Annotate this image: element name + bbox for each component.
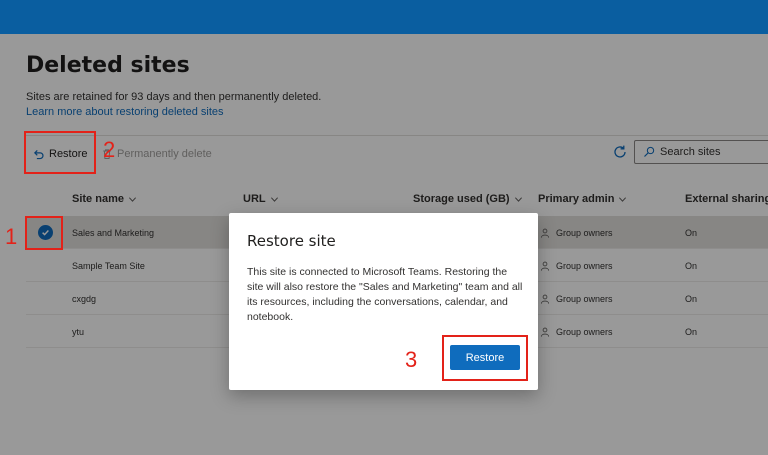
annotation-step-3: 3 (405, 347, 418, 372)
annotation-step-1: 1 (5, 224, 18, 249)
annotation-step-2: 2 (103, 137, 116, 162)
dialog-message: This site is connected to Microsoft Team… (247, 266, 523, 323)
dialog-title: Restore site (247, 232, 336, 250)
annotation-box-restore (24, 131, 96, 174)
suite-header-bar (0, 0, 768, 34)
annotation-box-checkbox (25, 216, 63, 250)
annotation-box-dialog-restore (442, 335, 528, 381)
